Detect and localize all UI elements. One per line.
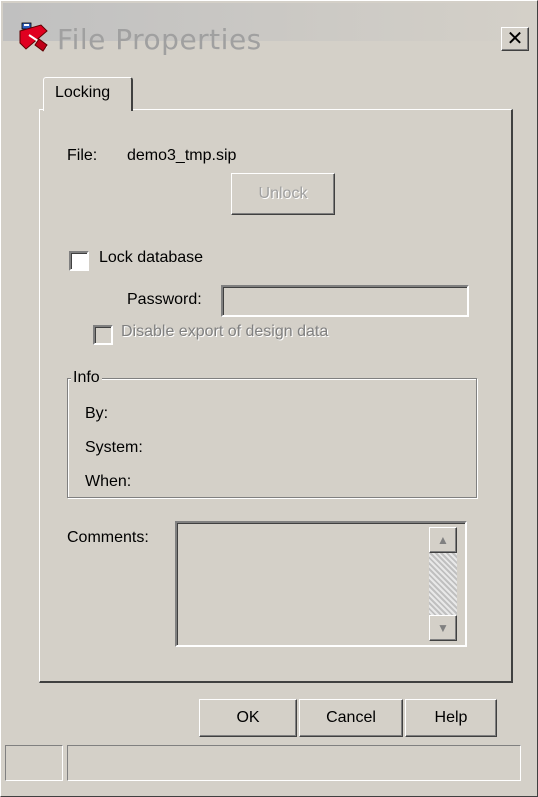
window-title: File Properties: [57, 23, 262, 56]
password-field[interactable]: [221, 285, 469, 317]
info-system-label: System:: [85, 439, 143, 456]
info-by-label: By:: [85, 405, 109, 422]
disable-export-checkbox[interactable]: [93, 325, 113, 345]
app-icon: [19, 22, 48, 52]
unlock-button[interactable]: Unlock: [231, 173, 335, 215]
disable-export-label: Disable export of design data: [121, 323, 329, 340]
tab-locking[interactable]: Locking: [43, 77, 133, 111]
file-label: File:: [67, 147, 98, 164]
cancel-button[interactable]: Cancel: [299, 699, 403, 737]
comments-label: Comments:: [67, 529, 149, 546]
comments-textarea[interactable]: ▲ ▼: [175, 521, 467, 647]
status-cell-main: [67, 745, 521, 781]
lock-database-checkbox[interactable]: [69, 251, 89, 271]
status-cell-left: [5, 745, 63, 781]
ok-button[interactable]: OK: [199, 699, 297, 737]
file-properties-dialog: File Properties ✕ Locking File: demo3_tm…: [0, 0, 538, 797]
info-when-label: When:: [85, 473, 132, 490]
comments-scrollbar[interactable]: ▲ ▼: [429, 527, 457, 641]
file-name-value: demo3_tmp.sip: [127, 147, 237, 164]
tab-locking-label: Locking: [55, 84, 111, 101]
close-button[interactable]: ✕: [501, 27, 529, 51]
status-bar: [3, 745, 535, 783]
lock-database-label: Lock database: [99, 249, 204, 266]
scroll-up-icon[interactable]: ▲: [429, 527, 457, 553]
info-group-title: Info: [71, 369, 102, 387]
scroll-down-icon[interactable]: ▼: [429, 615, 457, 641]
password-label: Password:: [127, 291, 202, 308]
help-button[interactable]: Help: [405, 699, 497, 737]
